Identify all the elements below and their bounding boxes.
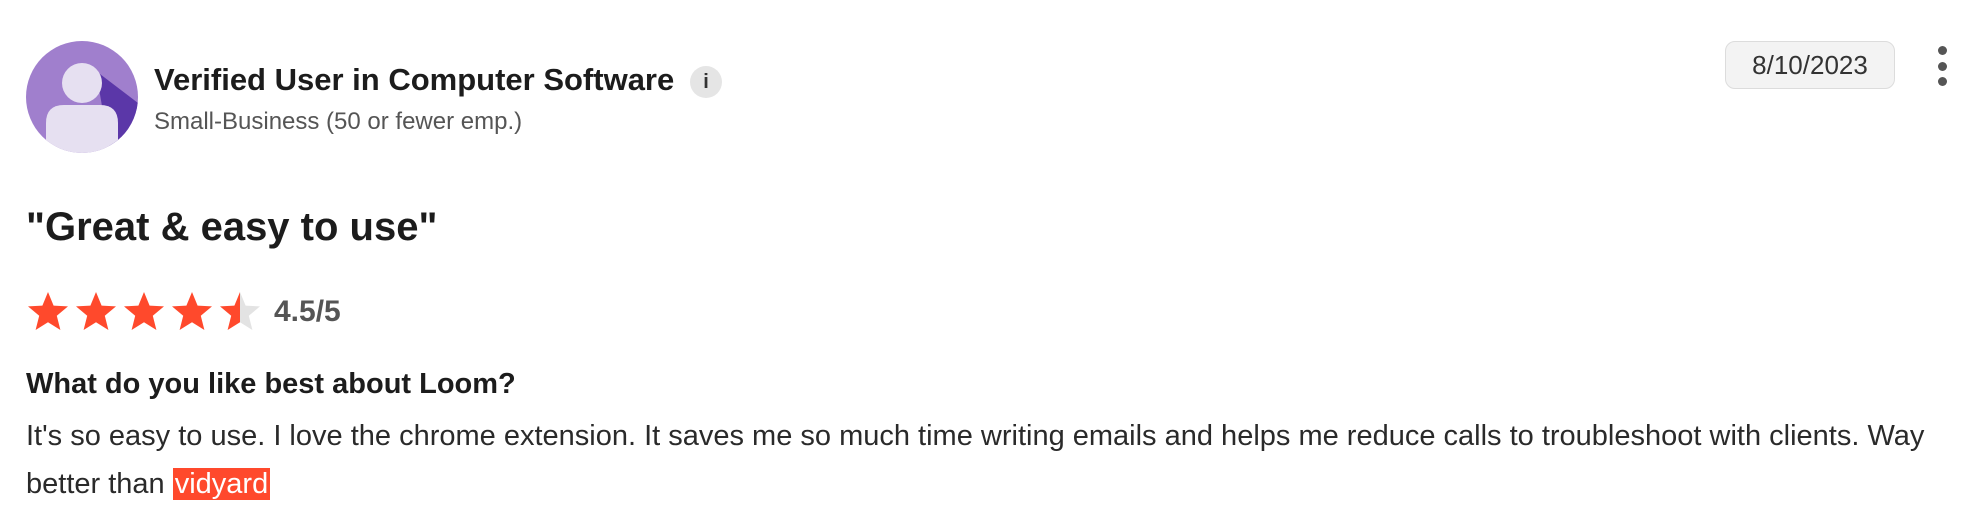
reviewer-name: Verified User in Computer Software (154, 62, 675, 97)
question-heading: What do you like best about Loom? (26, 368, 516, 400)
star-full-icon (26, 290, 70, 332)
star-rating (26, 290, 262, 332)
more-vertical-icon[interactable] (1928, 46, 1956, 86)
user-avatar-icon (26, 41, 138, 153)
star-full-icon (170, 290, 214, 332)
star-full-icon (122, 290, 166, 332)
info-icon[interactable]: i (690, 66, 722, 98)
avatar (26, 41, 138, 153)
star-full-icon (74, 290, 118, 332)
review-date-badge: 8/10/2023 (1725, 41, 1895, 89)
reviewer-segment: Small-Business (50 or fewer emp.) (154, 108, 523, 135)
answer-body: It's so easy to use. I love the chrome e… (26, 420, 1925, 500)
highlighted-term: vidyard (172, 468, 271, 500)
star-half-icon (218, 290, 262, 332)
rating-text: 4.5/5 (274, 295, 341, 328)
review-title: "Great & easy to use" (26, 205, 438, 249)
review-card: Verified User in Computer Software i Sma… (0, 0, 1988, 526)
answer-text: It's so easy to use. I love the chrome e… (26, 412, 1966, 508)
